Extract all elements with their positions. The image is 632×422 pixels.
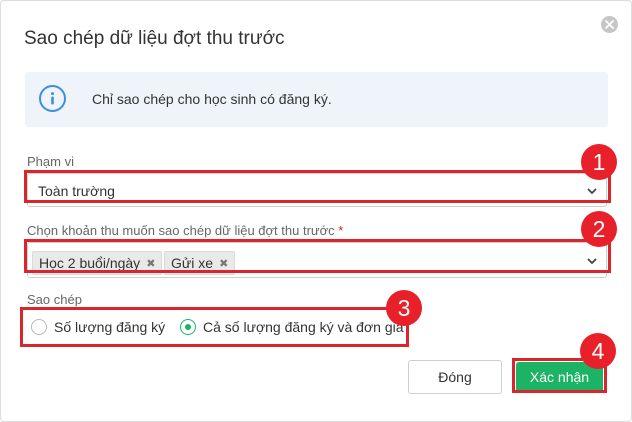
- step-badge-3: 3: [386, 290, 422, 326]
- step-badge-2: 2: [581, 211, 617, 247]
- required-mark: *: [338, 223, 344, 238]
- chevron-down-icon: [587, 258, 597, 265]
- radio-label: Số lượng đăng ký: [54, 319, 166, 335]
- close-icon[interactable]: [601, 16, 618, 33]
- chevron-down-icon: [587, 188, 597, 195]
- dialog-title: Sao chép dữ liệu đợt thu trước: [24, 28, 285, 49]
- close-button[interactable]: Đóng: [408, 360, 502, 394]
- fees-label-text: Chọn khoản thu muốn sao chép dữ liệu đợt…: [27, 223, 335, 238]
- info-box: Chỉ sao chép cho học sinh có đăng ký.: [25, 72, 608, 127]
- copy-previous-collection-dialog: Sao chép dữ liệu đợt thu trước Chỉ sao c…: [0, 0, 632, 422]
- info-icon: [39, 85, 66, 112]
- fee-tag-label: Học 2 buổi/ngày: [39, 255, 141, 271]
- fees-label: Chọn khoản thu muốn sao chép dữ liệu đợt…: [27, 223, 343, 238]
- fees-multiselect[interactable]: Học 2 buổi/ngày ✖ Gửi xe ✖: [27, 242, 607, 278]
- copy-mode-label: Sao chép: [27, 292, 82, 307]
- remove-tag-icon[interactable]: ✖: [219, 257, 228, 270]
- fee-tag-label: Gửi xe: [171, 255, 214, 271]
- fee-tag: Gửi xe ✖: [164, 251, 236, 275]
- fee-tag: Học 2 buổi/ngày ✖: [32, 251, 163, 275]
- radio-button-selected: [180, 319, 196, 335]
- scope-select[interactable]: Toàn trường: [27, 173, 607, 207]
- radio-quantity-and-price[interactable]: Cả số lượng đăng ký và đơn giá: [180, 319, 404, 335]
- step-badge-4: 4: [580, 333, 616, 369]
- info-text: Chỉ sao chép cho học sinh có đăng ký.: [92, 91, 332, 107]
- scope-value: Toàn trường: [38, 183, 115, 199]
- radio-label: Cả số lượng đăng ký và đơn giá: [203, 319, 404, 335]
- remove-tag-icon[interactable]: ✖: [146, 257, 155, 270]
- radio-quantity-only[interactable]: Số lượng đăng ký: [31, 319, 165, 335]
- radio-button: [31, 319, 47, 335]
- step-badge-1: 1: [581, 144, 617, 180]
- scope-label: Phạm vi: [27, 154, 74, 169]
